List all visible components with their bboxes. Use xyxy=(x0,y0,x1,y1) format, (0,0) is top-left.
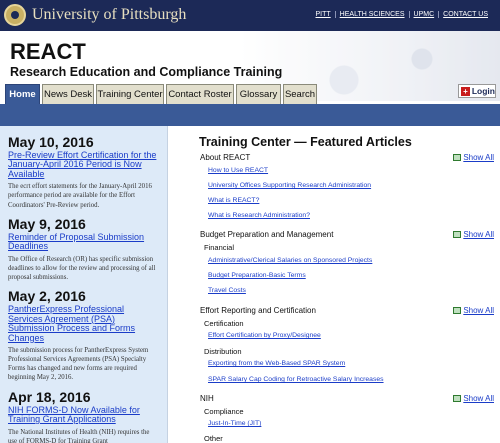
news-summary: The submission process for PantherExpres… xyxy=(8,346,149,382)
news-date: Apr 18, 2016 xyxy=(8,388,91,405)
site-subtitle: Research Education and Compliance Traini… xyxy=(10,65,283,79)
tab-contact-roster[interactable]: Contact Roster xyxy=(166,84,234,104)
subcategory-compliance: Compliance xyxy=(204,407,244,416)
university-seal-icon[interactable] xyxy=(4,4,26,26)
link-health-sciences[interactable]: HEALTH SCIENCES xyxy=(334,11,409,18)
top-bar: University of Pittsburgh PITT HEALTH SCI… xyxy=(0,0,500,31)
site-title: REACT xyxy=(10,39,86,64)
article-link[interactable]: Just-In-Time (JIT) xyxy=(208,420,261,427)
article-link[interactable]: SPAR Salary Cap Coding for Retroactive S… xyxy=(208,376,384,383)
news-title-link[interactable]: Reminder of Proposal Submission Deadline… xyxy=(8,232,159,252)
news-date: May 9, 2016 xyxy=(8,215,86,232)
category-nih: NIH xyxy=(200,394,214,403)
training-center-title: Training Center — Featured Articles xyxy=(199,135,412,149)
article-link[interactable]: Travel Costs xyxy=(208,287,246,294)
news-column: May 10, 2016 Pre-Review Effort Certifica… xyxy=(0,126,168,443)
show-all-label: Show All xyxy=(463,394,494,403)
news-item: May 9, 2016 Reminder of Proposal Submiss… xyxy=(8,216,159,282)
show-all-budget[interactable]: Show All xyxy=(453,230,494,239)
article-link[interactable]: Budget Preparation-Basic Terms xyxy=(208,272,306,279)
show-all-label: Show All xyxy=(463,153,494,162)
news-date: May 2, 2016 xyxy=(8,288,86,305)
category-about-react: About REACT xyxy=(200,153,251,162)
news-item: Apr 18, 2016 NIH FORMS-D Now Available f… xyxy=(8,389,159,443)
training-center-panel: Training Center — Featured Articles Abou… xyxy=(168,126,500,443)
news-summary: The ecrt effort statements for the Janua… xyxy=(8,183,152,209)
article-link[interactable]: How to Use REACT xyxy=(208,167,268,174)
book-icon xyxy=(453,154,462,161)
login-button[interactable]: + Login xyxy=(458,84,496,98)
article-link[interactable]: Exporting from the Web-Based SPAR System xyxy=(208,360,345,367)
nav-underbar xyxy=(0,104,500,126)
news-item: May 10, 2016 Pre-Review Effort Certifica… xyxy=(8,134,159,210)
book-icon xyxy=(453,231,462,238)
news-summary: The National Institutes of Health (NIH) … xyxy=(8,428,150,443)
show-all-about-react[interactable]: Show All xyxy=(453,153,494,162)
link-upmc[interactable]: UPMC xyxy=(408,11,439,18)
article-link[interactable]: University Offices Supporting Research A… xyxy=(208,182,371,189)
tab-training-center[interactable]: Training Center xyxy=(96,84,164,104)
news-summary: The Office of Research (OR) has specific… xyxy=(8,255,156,282)
news-title-link[interactable]: NIH FORMS-D Now Available for Training G… xyxy=(8,405,159,425)
news-item: May 2, 2016 PantherExpress Professional … xyxy=(8,288,159,382)
news-title-link[interactable]: Pre-Review Effort Certification for the … xyxy=(8,150,159,179)
university-name[interactable]: University of Pittsburgh xyxy=(32,6,186,24)
book-icon xyxy=(453,395,462,402)
show-all-label: Show All xyxy=(463,230,494,239)
login-label: Login xyxy=(471,86,495,96)
article-link[interactable]: What is Research Administration? xyxy=(208,212,310,219)
tab-news-desk[interactable]: News Desk xyxy=(42,84,94,104)
tab-glossary[interactable]: Glossary xyxy=(236,84,281,104)
show-all-label: Show All xyxy=(463,306,494,315)
article-link[interactable]: What is REACT? xyxy=(208,197,259,204)
book-icon xyxy=(453,307,462,314)
link-contact-us[interactable]: CONTACT US xyxy=(438,11,492,18)
article-link[interactable]: Administrative/Clerical Salaries on Spon… xyxy=(208,257,372,264)
show-all-nih[interactable]: Show All xyxy=(453,394,494,403)
main-nav: Home News Desk Training Center Contact R… xyxy=(0,84,500,104)
login-icon: + xyxy=(461,86,470,96)
subcategory-other: Other xyxy=(204,434,223,443)
subcategory-distribution: Distribution xyxy=(204,347,242,356)
tab-home[interactable]: Home xyxy=(5,84,40,104)
news-date: May 10, 2016 xyxy=(8,134,94,150)
tab-search[interactable]: Search xyxy=(283,84,317,104)
category-effort: Effort Reporting and Certification xyxy=(200,306,316,315)
show-all-effort[interactable]: Show All xyxy=(453,306,494,315)
subcategory-financial: Financial xyxy=(204,243,235,252)
top-links: PITT HEALTH SCIENCES UPMC CONTACT US xyxy=(312,11,493,18)
link-pitt[interactable]: PITT xyxy=(312,11,335,18)
category-budget: Budget Preparation and Management xyxy=(200,230,334,239)
news-title-link[interactable]: PantherExpress Professional Services Agr… xyxy=(8,305,159,343)
subcategory-certification: Certification xyxy=(204,319,244,328)
article-link[interactable]: Effort Certification by Proxy/Designee xyxy=(208,332,321,339)
